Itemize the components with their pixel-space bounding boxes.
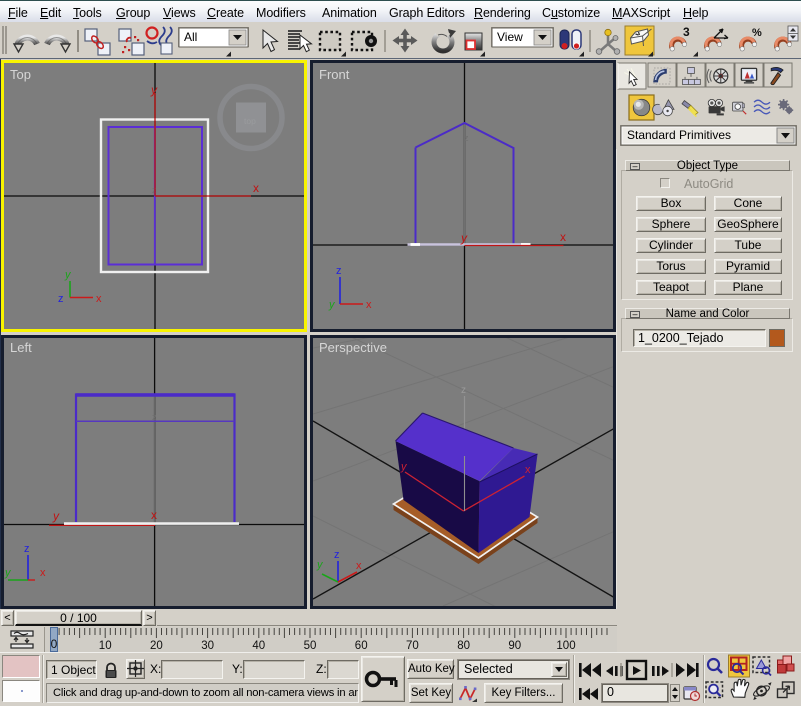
svg-text:z: z (24, 543, 30, 555)
svg-text:y: y (52, 509, 60, 523)
svg-text:40: 40 (252, 640, 265, 652)
svg-text:y: y (150, 83, 158, 97)
svg-text:x: x (356, 560, 362, 572)
svg-text:Front: Front (319, 67, 350, 82)
svg-text:x: x (151, 508, 157, 522)
svg-text:x: x (366, 299, 372, 311)
svg-text:70: 70 (406, 640, 419, 652)
svg-text:60: 60 (355, 640, 368, 652)
svg-text:20: 20 (150, 640, 163, 652)
svg-text:x: x (560, 230, 566, 244)
svg-text:z: z (334, 549, 340, 561)
svg-text:z: z (461, 385, 466, 396)
svg-text:x: x (40, 567, 46, 579)
svg-text:100: 100 (556, 640, 575, 652)
svg-text:x: x (96, 293, 102, 305)
svg-text:z: z (152, 412, 157, 422)
svg-text:Top: Top (10, 67, 31, 82)
svg-text:80: 80 (457, 640, 470, 652)
svg-text:90: 90 (508, 640, 521, 652)
svg-text:Standard Primitives: Standard Primitives (627, 128, 731, 142)
svg-text:View: View (497, 30, 523, 44)
svg-text:30: 30 (201, 640, 214, 652)
svg-text:x: x (525, 464, 531, 476)
svg-text:y: y (460, 231, 468, 245)
svg-text:x: x (253, 181, 259, 195)
svg-text:%: % (752, 27, 762, 39)
svg-text:z: z (58, 293, 64, 305)
svg-text:Perspective: Perspective (319, 340, 387, 355)
svg-text:3: 3 (683, 25, 690, 39)
svg-text:0: 0 (51, 637, 58, 651)
svg-text:z: z (336, 265, 342, 277)
svg-text:All: All (184, 30, 197, 44)
svg-text:top: top (244, 116, 256, 126)
svg-text:50: 50 (304, 640, 317, 652)
svg-text:z: z (464, 133, 469, 143)
svg-text:Left: Left (10, 340, 32, 355)
svg-text:10: 10 (99, 640, 112, 652)
